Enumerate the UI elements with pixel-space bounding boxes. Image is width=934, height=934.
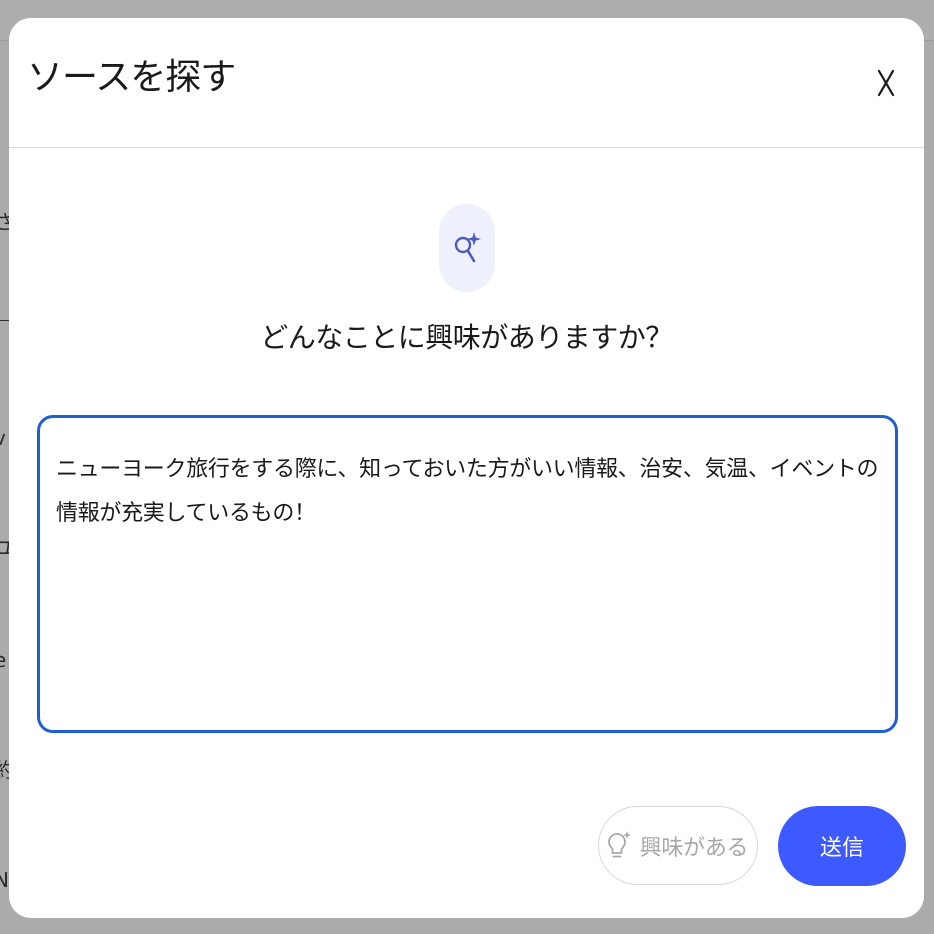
close-icon bbox=[876, 69, 896, 97]
interest-textarea-value: ニューヨーク旅行をする際に、知っておいた方がいい情報、治安、気温、イベントの情報… bbox=[56, 457, 879, 526]
interest-textarea[interactable]: ニューヨーク旅行をする際に、知っておいた方がいい情報、治安、気温、イベントの情報… bbox=[37, 415, 898, 733]
dialog-header: ソースを探す bbox=[9, 18, 924, 148]
submit-button[interactable]: 送信 bbox=[778, 806, 906, 886]
background-text-fragment: e bbox=[0, 648, 7, 672]
interest-button[interactable]: 興味がある bbox=[598, 806, 758, 885]
dialog-title: ソースを探す bbox=[27, 57, 236, 98]
find-sources-dialog: ソースを探す どんなことに興味がありますか？ ニューヨーク旅行をする際に、知って… bbox=[9, 18, 924, 918]
background-text-fragment: v bbox=[0, 428, 6, 448]
interest-button-label: 興味がある bbox=[639, 835, 749, 861]
lightbulb-sparkle-icon bbox=[607, 830, 632, 862]
question-heading: どんなことに興味がありますか？ bbox=[260, 321, 673, 354]
close-button[interactable] bbox=[864, 61, 908, 105]
sparkle-badge bbox=[439, 204, 495, 292]
sparkle-search-icon bbox=[452, 230, 482, 266]
